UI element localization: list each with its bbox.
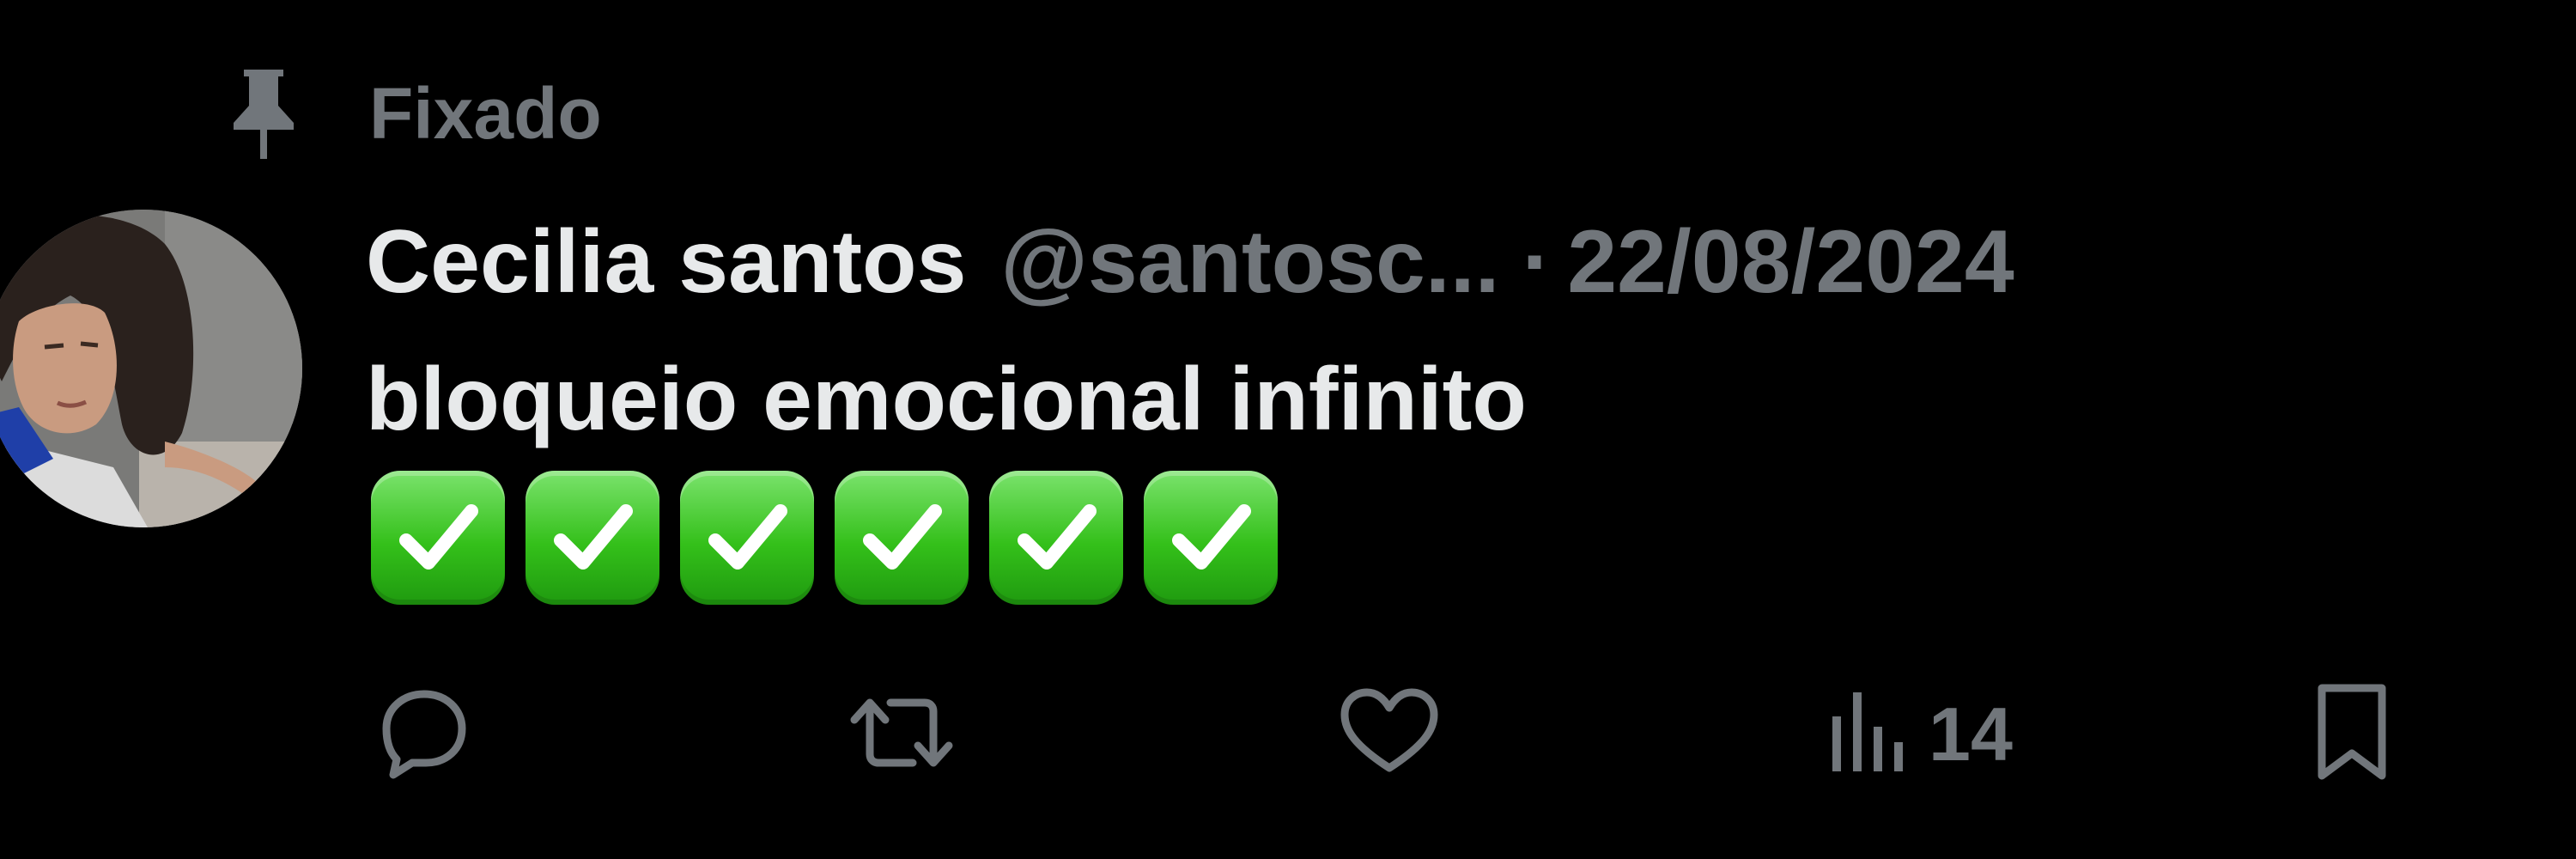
pinned-label: Fixado <box>369 72 602 154</box>
reply-button[interactable] <box>369 679 472 790</box>
check-mark-emoji <box>526 471 659 605</box>
check-mark-emoji <box>371 471 505 605</box>
reply-icon <box>369 685 472 784</box>
pin-icon <box>225 66 302 161</box>
tweet-actions: 14 <box>0 679 2576 790</box>
check-mark-emoji <box>989 471 1123 605</box>
tweet-header: Cecilia santos @santosc... · 22/08/2024 <box>366 206 2014 318</box>
views-button[interactable]: 14 <box>1827 679 2013 790</box>
views-count: 14 <box>1929 691 2013 777</box>
pinned-indicator: Fixado <box>225 62 602 165</box>
like-button[interactable] <box>1338 679 1441 790</box>
check-mark-emoji <box>1144 471 1278 605</box>
author-handle[interactable]: @santosc... <box>1000 211 1499 314</box>
bookmark-button[interactable] <box>2313 679 2391 790</box>
tweet-text: bloqueio emocional infinito <box>366 350 1527 449</box>
check-mark-emoji <box>835 471 969 605</box>
retweet-icon <box>846 685 957 784</box>
check-mark-emoji <box>680 471 814 605</box>
bookmark-icon <box>2313 681 2391 789</box>
tweet-date[interactable]: 22/08/2024 <box>1567 211 2014 314</box>
separator-dot: · <box>1522 211 1552 312</box>
views-icon <box>1827 685 1910 784</box>
author-name[interactable]: Cecilia santos <box>366 211 966 314</box>
emoji-row <box>371 471 1278 605</box>
avatar[interactable] <box>0 210 302 527</box>
retweet-button[interactable] <box>846 679 957 790</box>
heart-icon <box>1338 685 1441 784</box>
